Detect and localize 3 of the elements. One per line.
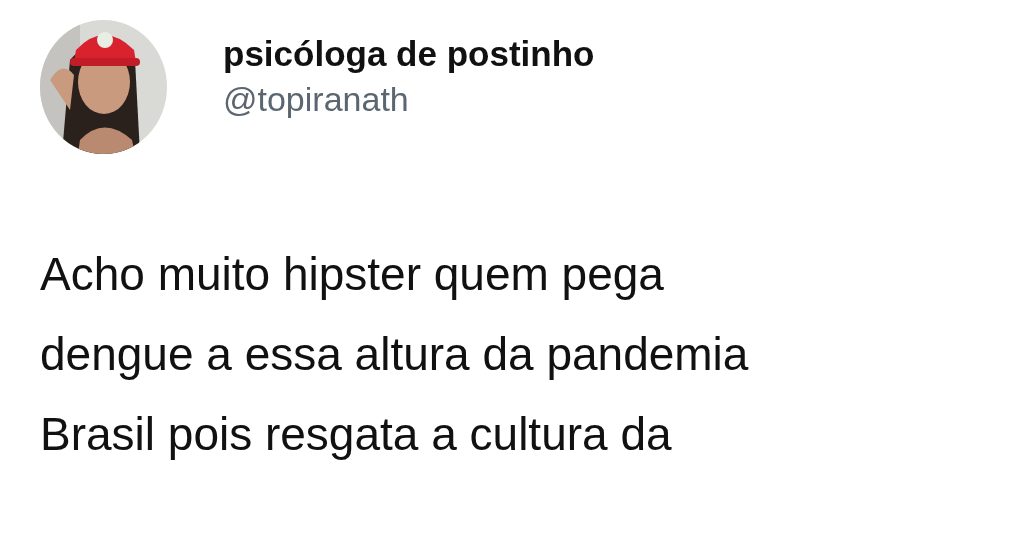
author-name: psicóloga de postinho (223, 33, 595, 74)
author-handle: @topiranath (223, 79, 410, 119)
tweet-text: Acho muito hipster quem pega dengue a essa altura da pandemia Brasil pois resgata a cultura da (39, 247, 750, 462)
